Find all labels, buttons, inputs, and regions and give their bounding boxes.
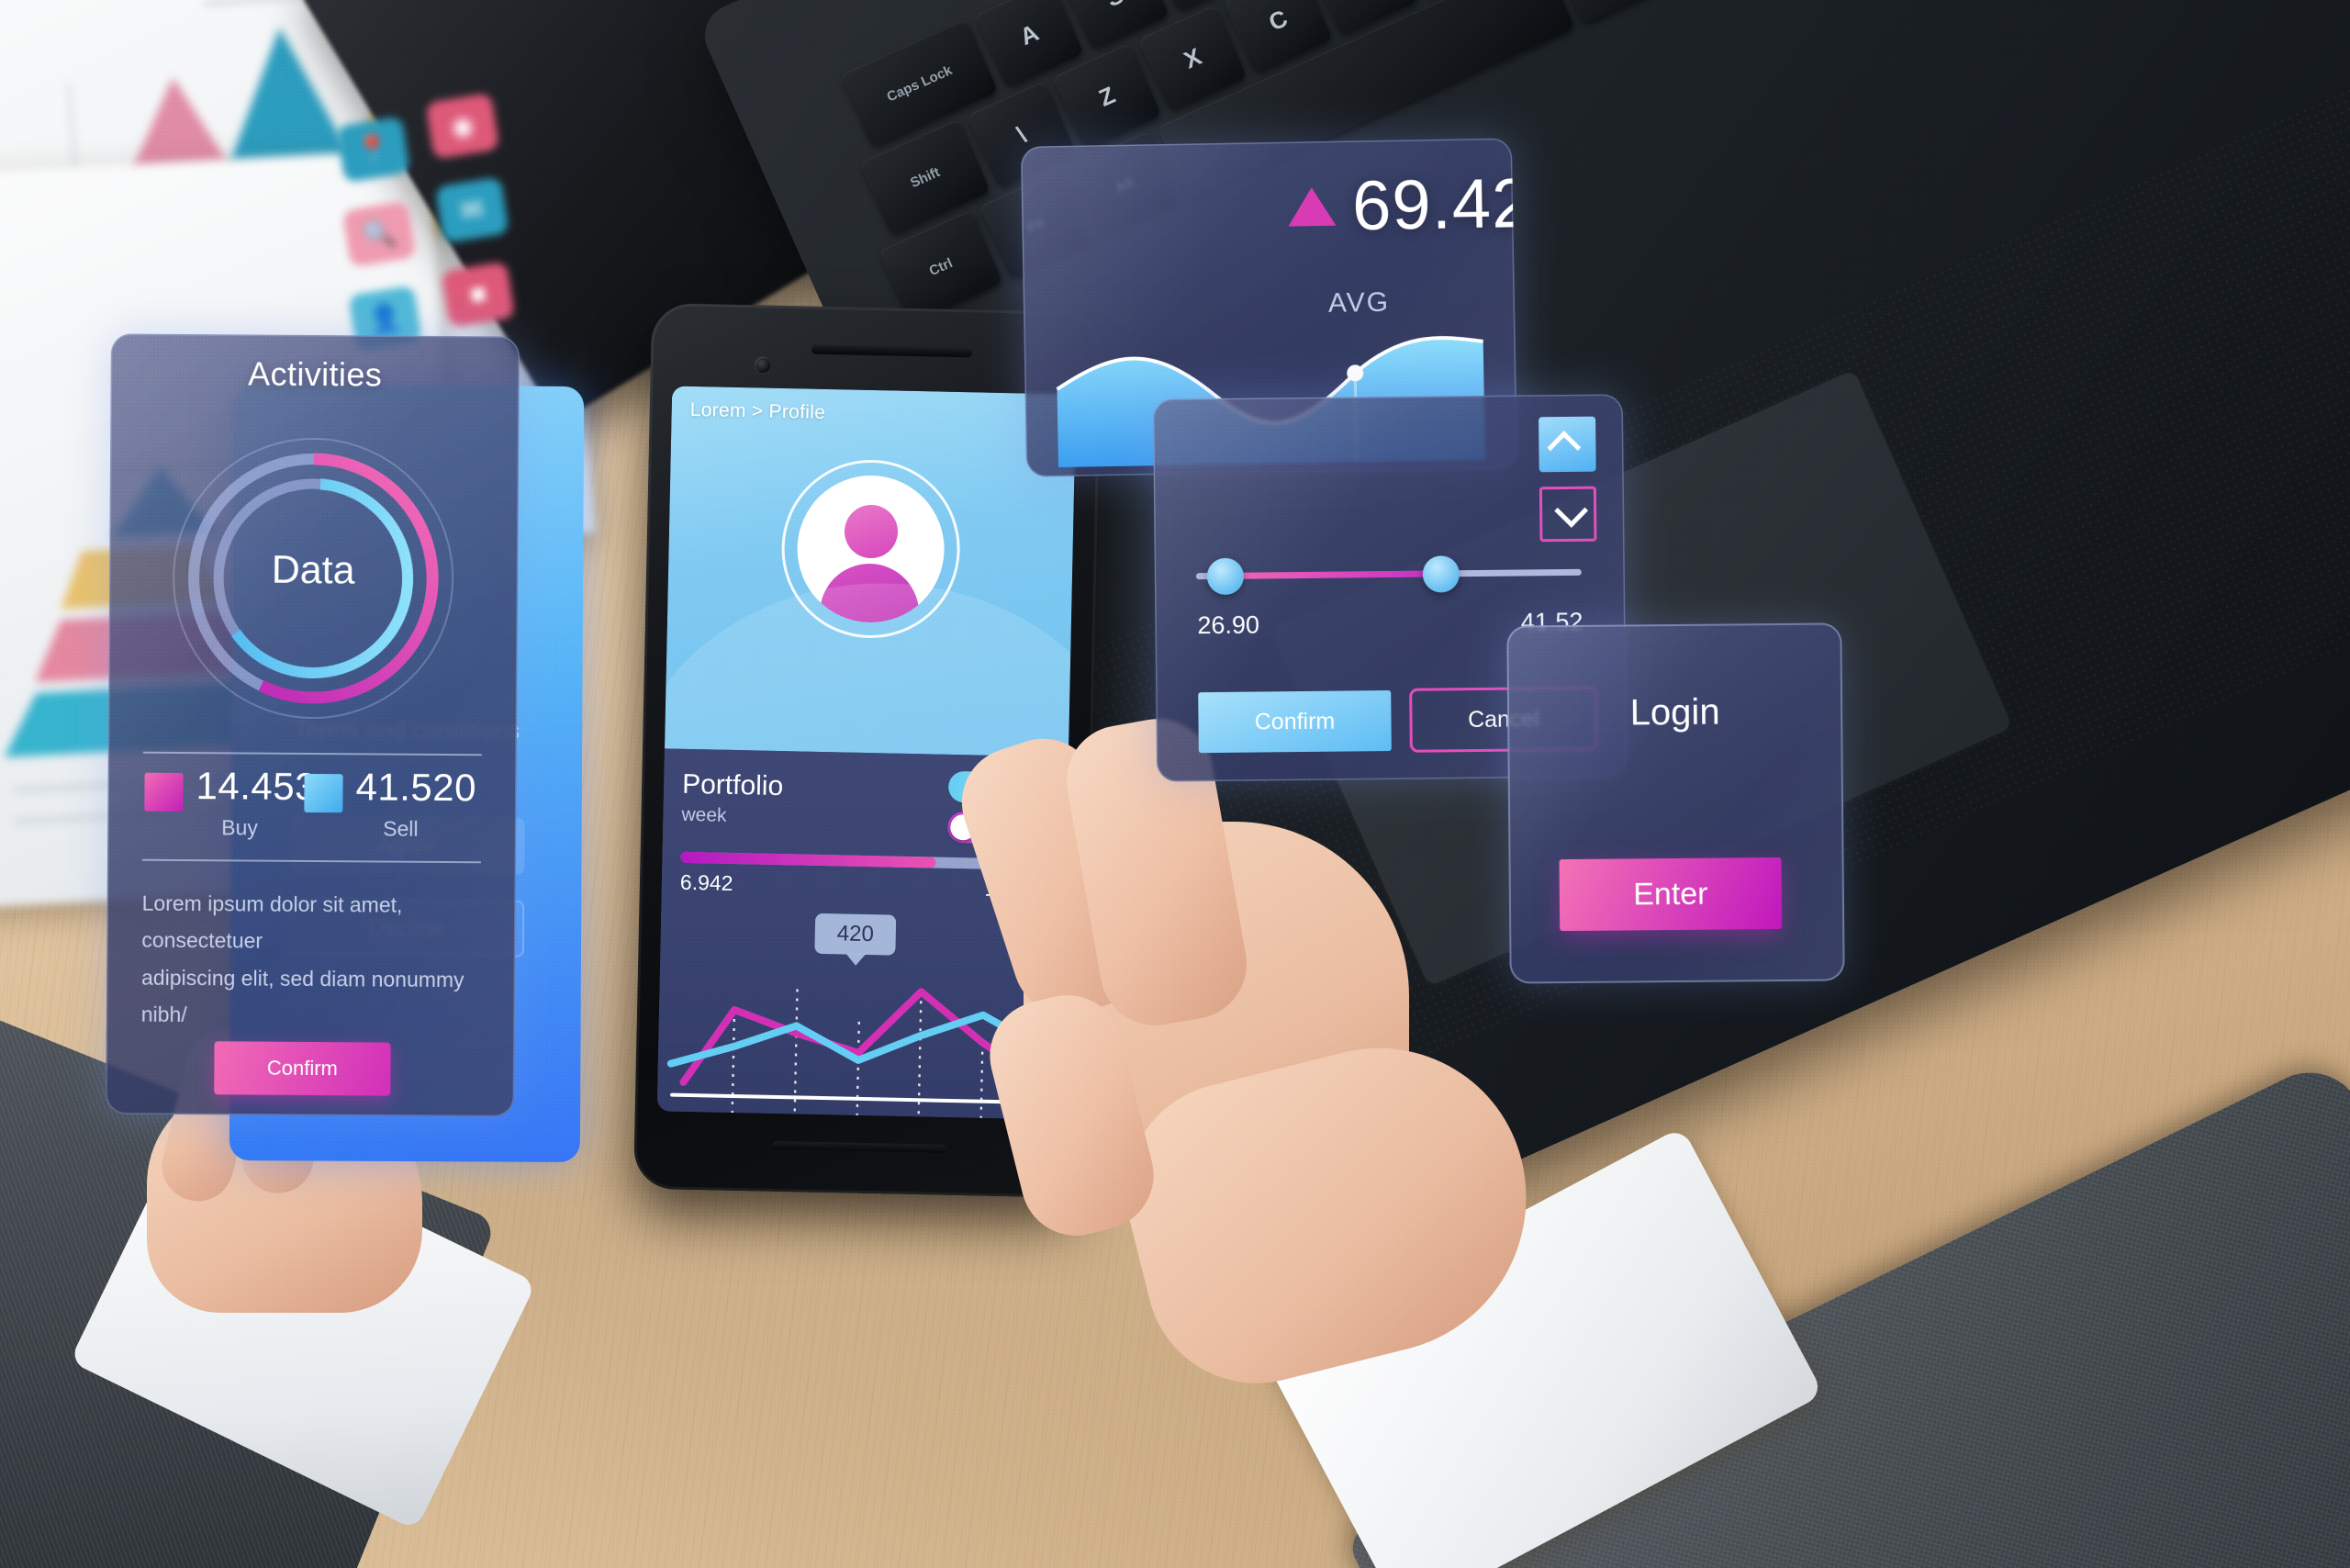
screenshot-root: 📍 ◉ 🔍 ✉ 👤 ■ Caps Lock A S D F G H J K L … [0,0,2350,1568]
photo-grain [0,0,2350,1568]
